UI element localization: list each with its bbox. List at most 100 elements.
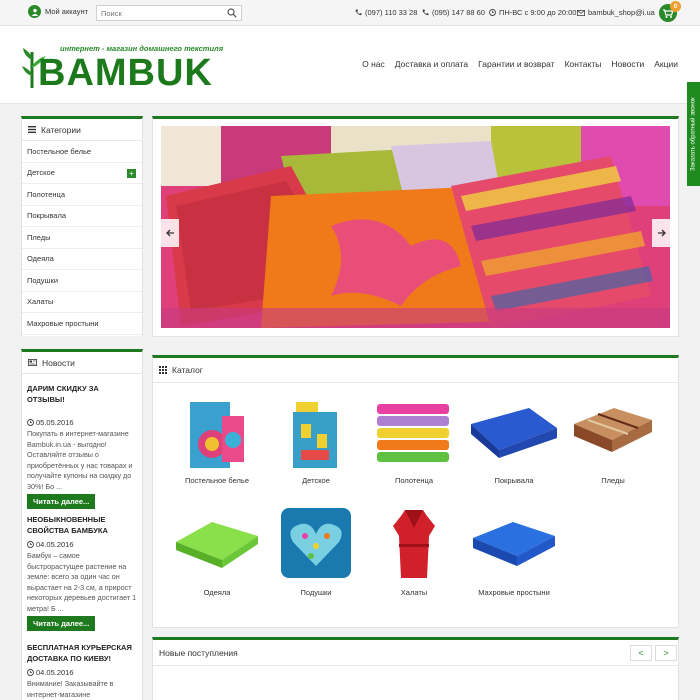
catalog-item-pillows[interactable]: Подушки xyxy=(271,506,361,597)
news-item: ДАРИМ СКИДКУ ЗА ОТЗЫВЫ! 05.05.2016 Покуп… xyxy=(27,383,137,514)
pillows-photo xyxy=(161,126,670,328)
catalog-item-label: Полотенца xyxy=(395,476,433,485)
category-pillows[interactable]: Подушки xyxy=(22,270,142,292)
hours-text: ПН-ВС с 9:00 до 20:00 xyxy=(499,8,577,17)
search-icon[interactable] xyxy=(227,8,237,18)
category-plaids[interactable]: Пледы xyxy=(22,227,142,249)
arrow-left-icon xyxy=(165,229,174,237)
slider-next-button[interactable] xyxy=(652,219,670,247)
slider-prev-button[interactable] xyxy=(161,219,179,247)
catalog-item-label: Одеяла xyxy=(203,588,231,597)
category-towels[interactable]: Полотенца xyxy=(22,184,142,206)
clock-icon xyxy=(489,9,496,16)
news-list: ДАРИМ СКИДКУ ЗА ОТЗЫВЫ! 05.05.2016 Покуп… xyxy=(22,374,142,700)
read-more-button[interactable]: Читать далее... xyxy=(27,616,96,631)
account-link[interactable]: Мой аккаунт xyxy=(28,5,88,18)
catalog-title: Каталог xyxy=(172,365,203,375)
catalog-item-label: Халаты xyxy=(400,588,428,597)
account-label: Мой аккаунт xyxy=(45,7,89,16)
search-box xyxy=(96,5,242,21)
plaid-image xyxy=(574,408,652,452)
pillow-image xyxy=(281,508,351,578)
catalog-item-bedding[interactable]: Постельное белье xyxy=(172,394,262,485)
phone-2-text: (095) 147 88 60 xyxy=(432,8,485,17)
callback-tab[interactable]: Заказать обратный звонок xyxy=(687,82,700,186)
phone-1[interactable]: (097) 110 33 28 xyxy=(355,8,417,17)
news-item: БЕСПЛАТНАЯ КУРЬЕРСКАЯ ДОСТАВКА ПО КИЕВУ!… xyxy=(27,642,137,700)
nav-promotions[interactable]: Акции xyxy=(654,59,678,69)
nav-contacts[interactable]: Контакты xyxy=(565,59,602,69)
category-blankets[interactable]: Одеяла xyxy=(22,249,142,270)
category-bedding[interactable]: Постельное белье xyxy=(22,141,142,163)
phone-2[interactable]: (095) 147 88 60 xyxy=(422,8,485,17)
clock-icon xyxy=(27,419,34,426)
category-label: Халаты xyxy=(27,297,54,307)
nav-news[interactable]: Новости xyxy=(611,59,644,69)
catalog-item-kids[interactable]: Детское xyxy=(271,394,361,485)
news-panel: Новости ДАРИМ СКИДКУ ЗА ОТЗЫВЫ! 05.05.20… xyxy=(21,349,143,700)
arrivals-next-button[interactable]: > xyxy=(655,645,677,661)
phone-1-text: (097) 110 33 28 xyxy=(365,8,418,17)
news-date-text: 04.05.2016 xyxy=(36,668,74,677)
new-arrivals-panel: Новые поступления xyxy=(152,637,679,700)
catalog-header: Каталог xyxy=(153,358,678,383)
news-date-text: 04.05.2016 xyxy=(36,540,74,549)
phone-icon xyxy=(355,9,362,16)
category-bedspreads[interactable]: Покрывала xyxy=(22,206,142,227)
news-excerpt: Покупать в интернет-магазине Bambuk.in.u… xyxy=(27,429,133,491)
nav-about[interactable]: О нас xyxy=(362,59,385,69)
categories-panel: Категории Постельное белье Детское + Поло… xyxy=(21,116,143,336)
hero-slider-image[interactable] xyxy=(161,126,670,328)
news-headline[interactable]: БЕСПЛАТНАЯ КУРЬЕРСКАЯ ДОСТАВКА ПО КИЕВУ! xyxy=(27,642,137,664)
news-header: Новости xyxy=(22,352,142,374)
news-date: 05.05.2016 xyxy=(27,418,137,427)
catalog-item-label: Покрывала xyxy=(494,476,534,485)
catalog-item-label: Подушки xyxy=(300,588,332,597)
mail-icon xyxy=(577,9,585,16)
news-headline[interactable]: ДАРИМ СКИДКУ ЗА ОТЗЫВЫ! xyxy=(27,383,137,405)
list-icon xyxy=(28,126,36,133)
cart-count-badge: 0 xyxy=(670,1,681,12)
category-label: Покрывала xyxy=(27,211,67,221)
nav-warranty[interactable]: Гарантии и возврат xyxy=(478,59,555,69)
category-label: Махровые простыни xyxy=(27,318,99,328)
site-header: интернет - магазин домашнего текстиля BA… xyxy=(0,26,700,104)
logo-wordmark: BAMBUK xyxy=(38,52,213,94)
arrivals-prev-button[interactable]: < xyxy=(630,645,652,661)
blanket-image xyxy=(176,522,258,568)
catalog-item-label: Пледы xyxy=(601,476,625,485)
news-headline[interactable]: НЕОБЫКНОВЕННЫЕ СВОЙСТВА БАМБУКА xyxy=(27,514,137,536)
categories-header: Категории xyxy=(22,119,142,141)
read-more-button[interactable]: Читать далее... xyxy=(27,494,96,509)
category-kids[interactable]: Детское + xyxy=(22,163,142,184)
news-date-text: 05.05.2016 xyxy=(36,418,74,427)
catalog-item-bedspreads[interactable]: Покрывала xyxy=(469,394,559,485)
top-bar: Мой аккаунт (097) 110 33 28 (095) 147 88… xyxy=(0,0,700,26)
catalog-item-terry-sheets[interactable]: Махровые простыни xyxy=(469,506,559,597)
expand-plus-icon[interactable]: + xyxy=(127,168,136,178)
site-logo[interactable]: интернет - магазин домашнего текстиля BA… xyxy=(22,38,223,94)
catalog-item-towels[interactable]: Полотенца xyxy=(369,394,459,485)
category-label: Одеяла xyxy=(27,254,54,264)
catalog-item-bathrobes[interactable]: Халаты xyxy=(369,506,459,597)
catalog-item-blankets[interactable]: Одеяла xyxy=(172,506,262,597)
news-excerpt: Внимание! Заказывайте в интернет-магазин… xyxy=(27,679,114,699)
email-text: bambuk_shop@i.ua xyxy=(588,8,655,17)
nav-delivery[interactable]: Доставка и оплата xyxy=(395,59,468,69)
new-arrivals-header: Новые поступления xyxy=(153,640,678,666)
phone-icon xyxy=(422,9,429,16)
category-terry-sheets[interactable]: Махровые простыни xyxy=(22,313,142,335)
new-arrivals-title: Новые поступления xyxy=(159,647,238,658)
email-link[interactable]: bambuk_shop@i.ua xyxy=(577,8,655,17)
bedding-image xyxy=(190,402,244,468)
category-bathrobes[interactable]: Халаты xyxy=(22,292,142,313)
news-item: НЕОБЫКНОВЕННЫЕ СВОЙСТВА БАМБУКА 04.05.20… xyxy=(27,514,137,642)
main-nav: О нас Доставка и оплата Гарантии и возвр… xyxy=(362,59,678,69)
clock-icon xyxy=(27,669,34,676)
terry-sheet-image xyxy=(473,522,555,566)
working-hours: ПН-ВС с 9:00 до 20:00 xyxy=(489,8,576,17)
bathrobe-image xyxy=(393,510,435,578)
catalog-item-label: Детское xyxy=(302,476,330,485)
catalog-item-plaids[interactable]: Пледы xyxy=(568,394,658,485)
search-input[interactable] xyxy=(97,6,217,20)
